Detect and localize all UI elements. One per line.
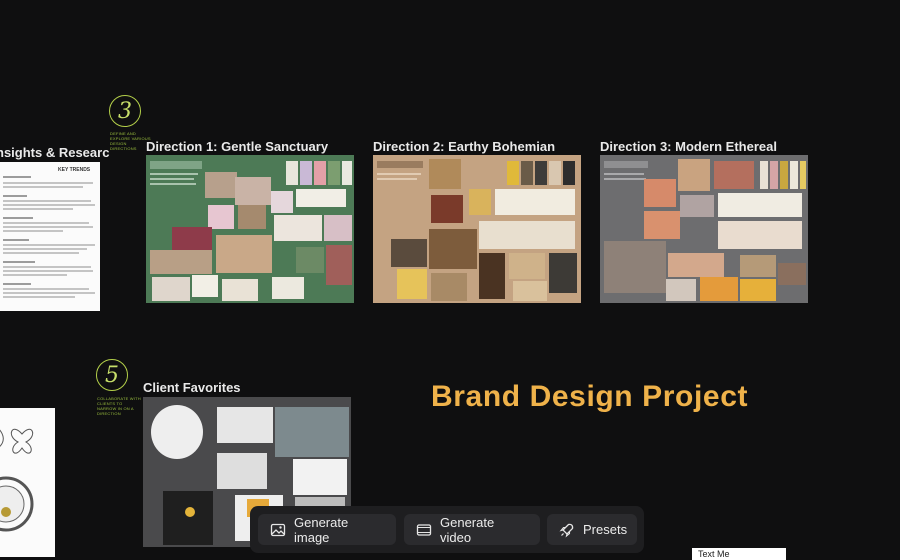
step-5-badge: 5: [96, 359, 128, 391]
swatch: [760, 161, 768, 189]
presets-label: Presets: [583, 522, 628, 537]
swatch: [780, 161, 788, 189]
presets-button[interactable]: Presets: [547, 514, 637, 545]
butterfly-icon: [0, 428, 34, 532]
swatch: [790, 161, 798, 189]
direction-2-moodboard[interactable]: [373, 155, 581, 303]
swatch: [800, 161, 806, 189]
rocket-icon: [559, 523, 574, 538]
direction-1-title[interactable]: Direction 1: Gentle Sanctuary: [146, 139, 328, 154]
video-icon: [416, 523, 432, 536]
swatch: [314, 161, 326, 185]
generate-video-button[interactable]: Generate video: [404, 514, 540, 545]
step-5-caption: COLLABORATE WITH CLIENTS TO NARROW IN ON…: [97, 396, 141, 416]
swatch: [535, 161, 547, 185]
client-favorites-title[interactable]: Client Favorites: [143, 380, 241, 395]
swatch: [286, 161, 298, 185]
generate-image-button[interactable]: Generate image: [258, 514, 396, 545]
swatch: [549, 161, 561, 185]
doc-heading: KEY TRENDS: [58, 167, 91, 173]
step-3-badge: 3: [109, 95, 141, 127]
insights-frame-title[interactable]: nsights & Researc: [0, 145, 109, 160]
generate-video-label: Generate video: [440, 514, 495, 545]
direction-3-title[interactable]: Direction 3: Modern Ethereal: [600, 139, 777, 154]
swatch: [521, 161, 533, 185]
swatch: [328, 161, 340, 185]
swatch: [563, 161, 575, 185]
text-tooltip[interactable]: Text Me: [692, 548, 786, 560]
insights-document[interactable]: KEY TRENDS: [0, 162, 100, 311]
generate-image-label: Generate image: [294, 514, 349, 545]
swatch: [300, 161, 312, 185]
image-icon: [270, 523, 286, 536]
direction-1-moodboard[interactable]: [146, 155, 354, 303]
brand-title[interactable]: Brand Design Project: [431, 380, 748, 414]
illustration-card[interactable]: [0, 408, 55, 557]
direction-2-title[interactable]: Direction 2: Earthy Bohemian: [373, 139, 555, 154]
direction-3-moodboard[interactable]: [600, 155, 808, 303]
generate-toolbar: Generate image Generate video Presets: [250, 506, 644, 553]
swatch: [507, 161, 519, 185]
swatch: [770, 161, 778, 189]
swatch: [342, 161, 352, 185]
